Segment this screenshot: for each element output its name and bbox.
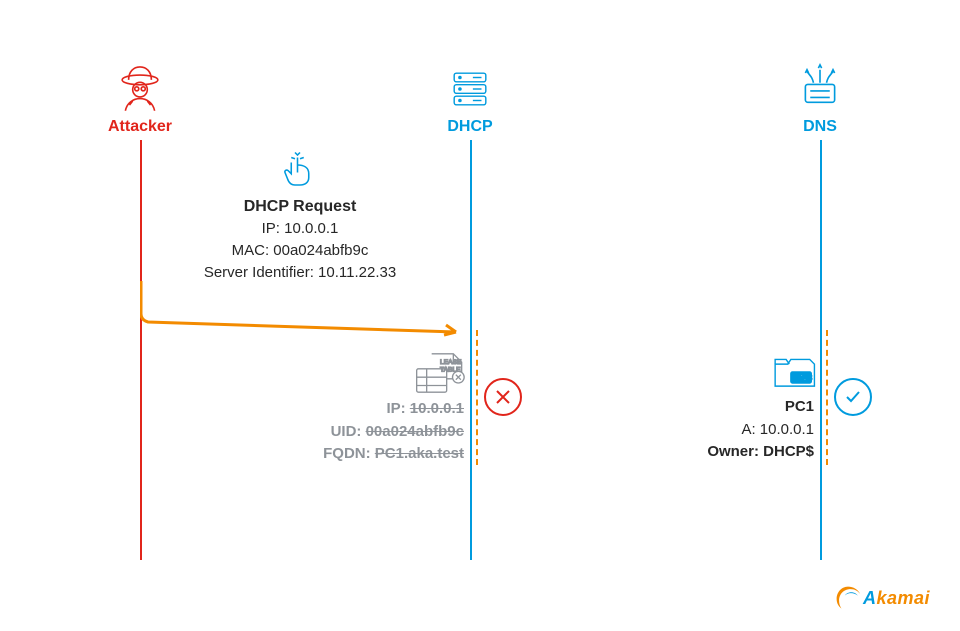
brand-name: Akamai — [863, 588, 930, 609]
lease-fqdn-line: FQDN: PC1.aka.test — [302, 443, 464, 466]
request-title: DHCP Request — [155, 195, 445, 218]
lease-fields: IP: 10.0.0.1 UID: 00a024abfb9c FQDN: PC1… — [302, 398, 464, 466]
dhcp-request-block: DHCP Request IP: 10.0.0.1 MAC: 00a024abf… — [155, 195, 445, 283]
request-mac: MAC: 00a024abfb9c — [155, 240, 445, 262]
dhcp-lifeline — [470, 140, 472, 560]
brand-swirl-icon — [835, 585, 861, 611]
dns-dashed-segment — [826, 330, 828, 465]
dns-owner: Owner: DHCP$ — [692, 441, 814, 464]
dns-server-icon — [794, 60, 846, 117]
svg-text:LEASE: LEASE — [440, 359, 462, 366]
dns-label: DNS — [803, 118, 837, 136]
attacker-label: Attacker — [108, 118, 172, 136]
lease-uid-line: UID: 00a024abfb9c — [302, 421, 464, 444]
dns-record-folder-icon: DNS — [772, 352, 816, 397]
dns-lifeline — [820, 140, 822, 560]
dns-name: PC1 — [692, 396, 814, 419]
svg-text:DNS: DNS — [794, 373, 812, 383]
lease-ip-line: IP: 10.0.0.1 — [302, 398, 464, 421]
lease-table-icon: LEASE TABLE — [415, 350, 465, 401]
status-ok-icon — [834, 378, 872, 416]
request-ip: IP: 10.0.0.1 — [155, 218, 445, 240]
request-sid: Server Identifier: 10.11.22.33 — [155, 262, 445, 284]
dns-a: A: 10.0.0.1 — [692, 419, 814, 442]
attacker-lifeline — [140, 140, 142, 560]
cursor-icon — [280, 150, 320, 195]
attacker-icon — [114, 62, 166, 119]
request-arrow — [140, 280, 470, 340]
dns-record-fields: PC1 A: 10.0.0.1 Owner: DHCP$ — [692, 396, 814, 464]
status-rejected-icon — [484, 378, 522, 416]
brand-logo: Akamai — [835, 585, 930, 611]
dhcp-dashed-segment — [476, 330, 478, 465]
dhcp-label: DHCP — [447, 118, 492, 136]
dhcp-server-icon — [447, 66, 493, 117]
